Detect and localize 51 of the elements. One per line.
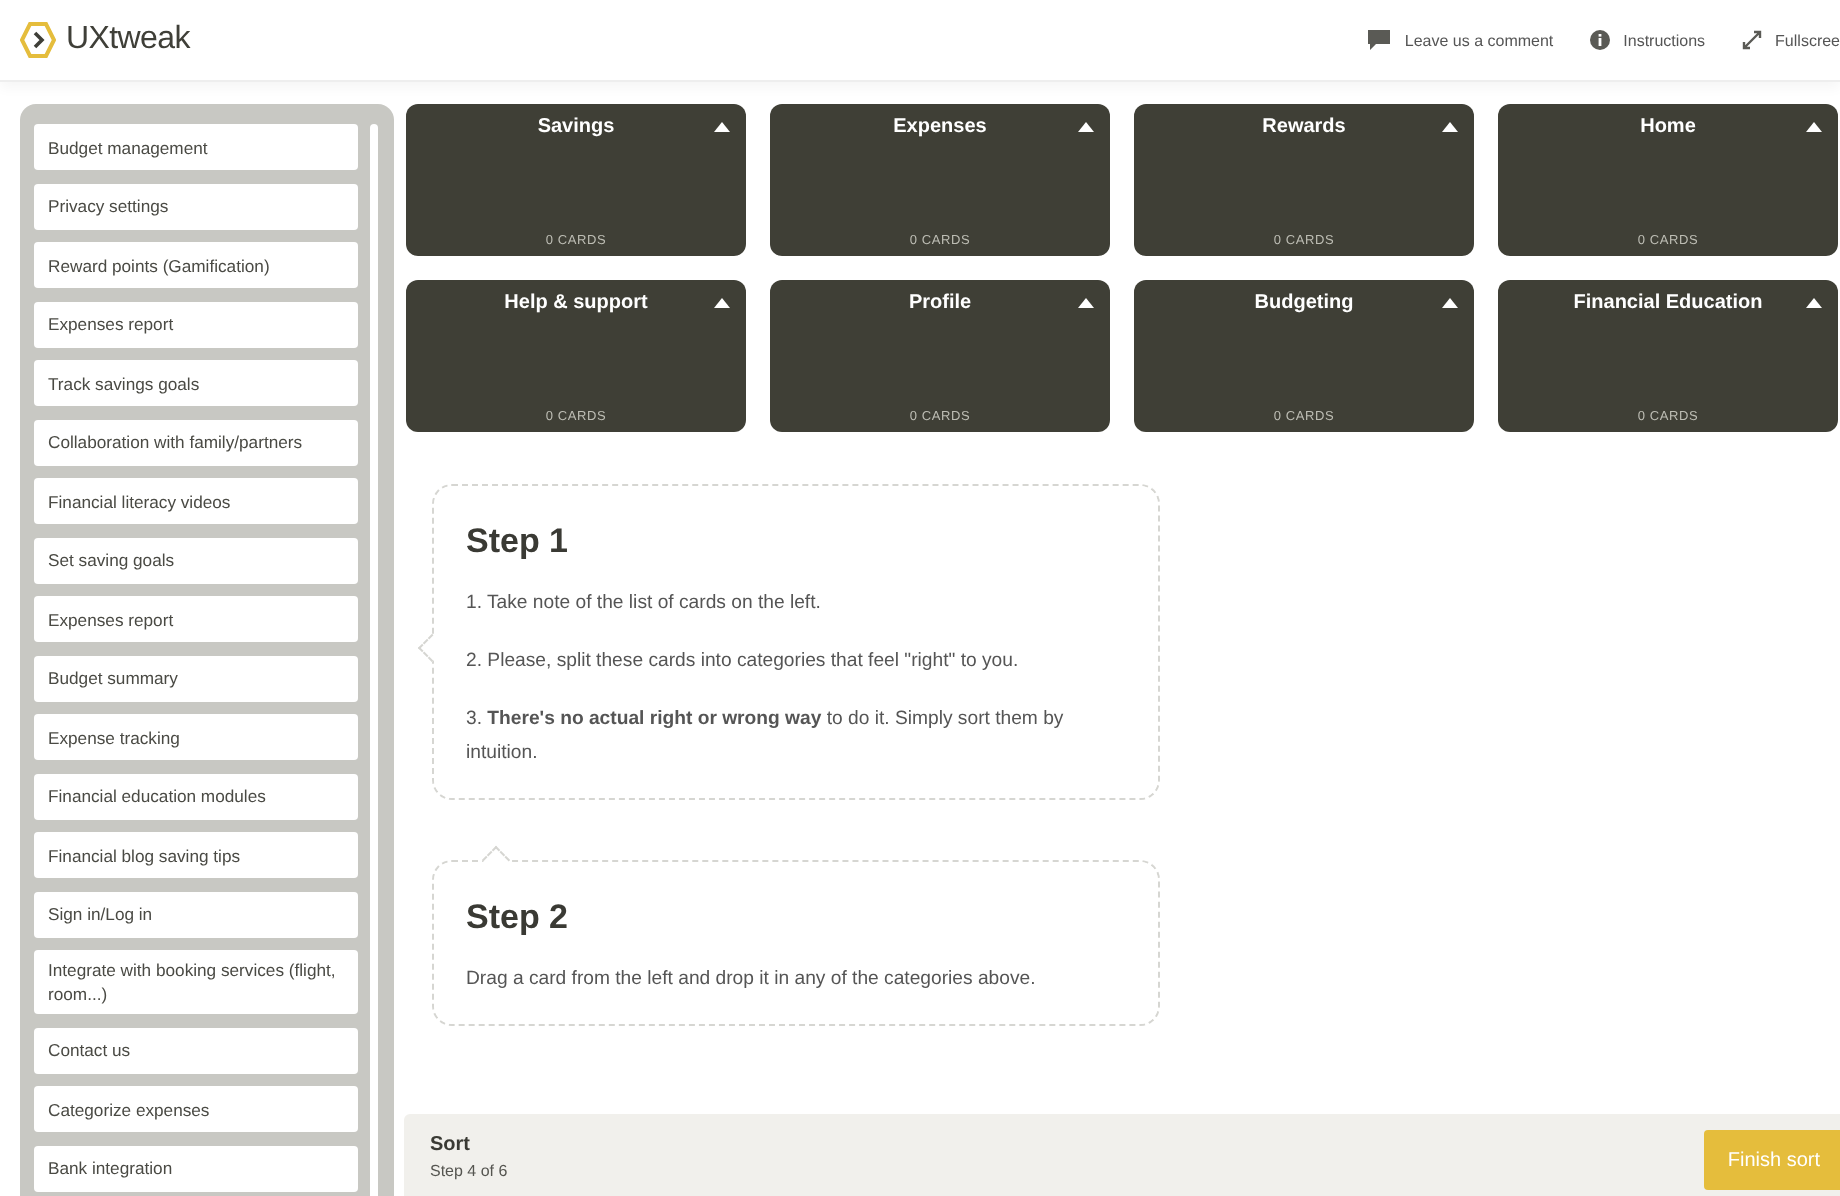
sortable-card[interactable]: Financial blog saving tips [34, 832, 358, 878]
category-title: Rewards [1262, 116, 1346, 138]
collapse-caret-icon[interactable] [1442, 122, 1458, 132]
sortable-card[interactable]: Reward points (Gamification) [34, 242, 358, 288]
fullscreen-link[interactable]: Fullscree [1741, 30, 1840, 50]
collapse-caret-icon[interactable] [1442, 298, 1458, 308]
sortable-card[interactable]: Privacy settings [34, 183, 358, 229]
collapse-caret-icon[interactable] [714, 298, 730, 308]
sortable-card[interactable]: Expenses report [34, 596, 358, 642]
collapse-caret-icon[interactable] [1078, 122, 1094, 132]
sortable-card[interactable]: Expense tracking [34, 714, 358, 760]
logo-text: UXtweak [66, 22, 190, 58]
sortable-card[interactable]: Collaboration with family/partners [34, 419, 358, 465]
category-title: Home [1640, 116, 1696, 138]
category-title: Expenses [893, 116, 987, 138]
comment-link[interactable]: Leave us a comment [1368, 30, 1554, 50]
sortable-card[interactable]: Integrate with booking services (flight, room...) [34, 950, 358, 1014]
collapse-caret-icon[interactable] [1078, 298, 1094, 308]
sortable-card[interactable]: Bank integration [34, 1145, 358, 1191]
step-title: Step 2 [466, 898, 571, 938]
instruction-text: Drag a card from the left and drop it in any of the categories above. [466, 966, 1038, 994]
info-icon [1589, 30, 1610, 50]
step-counter: Step 4 of 6 [430, 1161, 508, 1179]
instruction-text: 3. There's no actual right or wrong way to do it. Simply sort them by intuition. [466, 706, 1066, 768]
sortable-card[interactable]: Contact us [34, 1027, 358, 1073]
category-title: Profile [908, 292, 972, 314]
comment-icon [1368, 30, 1391, 50]
category-title: Financial Education [1573, 292, 1763, 314]
sortable-card[interactable]: Sign in/Log in [34, 891, 358, 937]
expand-icon [1741, 30, 1762, 50]
info-link[interactable]: Instructions [1589, 30, 1706, 50]
category-title: Help & support [504, 292, 648, 314]
collapse-caret-icon[interactable] [1806, 122, 1822, 132]
sortable-card[interactable]: Budget summary [34, 655, 358, 701]
sortable-card[interactable]: Expenses report [34, 301, 358, 347]
sortable-card[interactable]: Financial literacy videos [34, 478, 358, 524]
sortable-card[interactable]: Categorize expenses [34, 1086, 358, 1132]
step-title: Step 1 [466, 522, 571, 562]
instruction-text: 2. Please, split these cards into categories that feel "right" to you. [466, 648, 1021, 676]
collapse-caret-icon[interactable] [714, 122, 730, 132]
scrollbar-thumb[interactable] [370, 124, 378, 1196]
footer-title: Sort [430, 1133, 472, 1155]
sortable-card[interactable]: Track savings goals [34, 360, 358, 406]
sortable-card[interactable]: Financial education modules [34, 773, 358, 819]
sortable-card[interactable]: Set saving goals [34, 537, 358, 583]
sortable-card[interactable]: Budget management [34, 124, 358, 170]
category-title: Budgeting [1254, 292, 1354, 314]
instruction-text: 1. Take note of the list of cards on the left. [466, 590, 823, 618]
logo-icon [20, 22, 56, 58]
collapse-caret-icon[interactable] [1806, 298, 1822, 308]
category-title: Savings [537, 116, 615, 138]
